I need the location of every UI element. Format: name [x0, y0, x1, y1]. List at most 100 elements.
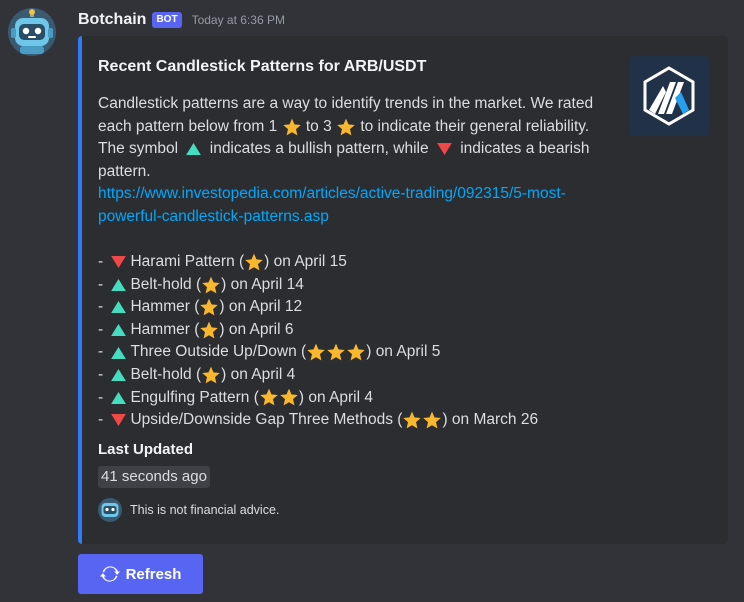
bearish-triangle-icon — [111, 256, 127, 269]
paren-open: ( — [189, 320, 200, 338]
star-icon — [245, 253, 263, 271]
pattern-stars — [259, 387, 299, 410]
pattern-name: Belt-hold — [130, 365, 192, 383]
paren-close: ) — [264, 253, 274, 270]
desc-text-2: to 3 — [305, 117, 332, 135]
footer-text: This is not financial advice. — [130, 503, 280, 517]
list-dash: - — [98, 298, 108, 316]
refresh-button[interactable]: Refresh — [78, 554, 203, 594]
refresh-icon — [99, 566, 120, 582]
paren-close: ) — [221, 275, 231, 293]
paren-close: ) — [366, 343, 376, 361]
pattern-date: on April 15 — [273, 253, 347, 270]
paren-close: ) — [298, 388, 309, 406]
message-header: Botchain BOT Today at 6:36 PM — [78, 8, 285, 32]
paren-open: ( — [249, 388, 259, 406]
refresh-label: Refresh — [125, 565, 182, 583]
pattern-date: on April 5 — [375, 343, 441, 361]
list-dash: - — [98, 365, 108, 383]
pattern-date: on April 4 — [308, 388, 373, 406]
star-icon — [200, 321, 219, 339]
list-dash: - — [98, 388, 108, 406]
pattern-stars — [199, 319, 219, 342]
star-icon — [260, 389, 278, 406]
paren-open: ( — [189, 298, 200, 316]
bullish-triangle-icon — [111, 369, 127, 382]
username[interactable]: Botchain — [78, 11, 146, 29]
star-icon — [200, 298, 219, 316]
last-updated-value: 41 seconds ago — [98, 466, 210, 488]
paren-close: ) — [219, 298, 229, 316]
star-icon — [337, 118, 355, 135]
pattern-date: on March 26 — [451, 411, 539, 429]
pattern-stars — [199, 296, 219, 319]
pattern-name: Hammer — [130, 320, 190, 338]
list-dash: - — [98, 411, 108, 429]
pattern-name: Belt-hold — [130, 275, 192, 293]
paren-close: ) — [221, 365, 231, 383]
bullish-triangle-icon — [186, 143, 202, 156]
pattern-date: on April 14 — [230, 275, 304, 293]
embed-description: Candlestick patterns are a way to identi… — [98, 93, 618, 229]
arbitrum-thumbnail[interactable] — [629, 56, 709, 136]
list-dash: - — [98, 275, 108, 293]
pattern-row: - Three Outside Up/Down () on April 5 — [98, 341, 658, 364]
pattern-name: Hammer — [130, 298, 190, 316]
embed-title: Recent Candlestick Patterns for ARB/USDT — [98, 58, 427, 75]
robot-footer-icon — [98, 498, 122, 522]
robot-avatar-icon — [8, 8, 56, 56]
pattern-row: - Engulfing Pattern () on April 4 — [98, 387, 658, 410]
pattern-row: - Belt-hold () on April 4 — [98, 364, 658, 387]
bearish-triangle-icon — [437, 143, 452, 156]
pattern-stars — [201, 364, 221, 387]
star-icon — [282, 118, 301, 135]
pattern-date: on April 6 — [228, 320, 294, 338]
pattern-stars — [306, 341, 366, 364]
paren-close: ) — [219, 320, 229, 338]
bot-badge: BOT — [152, 12, 182, 28]
pattern-row: - Hammer () on April 6 — [98, 319, 658, 342]
paren-open: ( — [392, 411, 403, 429]
desc-text-4: indicates a bullish pattern, while — [209, 140, 429, 158]
arbitrum-logo-icon — [629, 56, 709, 136]
star-icon — [280, 389, 298, 406]
pattern-row: - Belt-hold () on April 14 — [98, 274, 658, 297]
star-icon — [202, 276, 220, 293]
bullish-triangle-icon — [111, 346, 127, 359]
paren-close: ) — [442, 411, 452, 429]
bot-avatar[interactable] — [8, 8, 56, 56]
pattern-stars — [402, 409, 442, 432]
pattern-row: - Upside/Downside Gap Three Methods () o… — [98, 409, 658, 432]
list-dash: - — [98, 253, 108, 270]
investopedia-link[interactable]: https://www.investopedia.com/articles/ac… — [98, 185, 566, 225]
pattern-date: on April 12 — [228, 298, 303, 316]
timestamp: Today at 6:36 PM — [191, 13, 285, 27]
last-updated-label: Last Updated — [98, 441, 194, 458]
bullish-triangle-icon — [111, 324, 127, 337]
paren-open: ( — [191, 275, 202, 293]
list-dash: - — [98, 343, 108, 361]
pattern-row: - Harami Pattern () on April 15 — [98, 251, 658, 274]
pattern-row: - Hammer () on April 12 — [98, 296, 658, 319]
bullish-triangle-icon — [111, 301, 127, 314]
embed-footer: This is not financial advice. — [98, 498, 279, 522]
star-icon — [307, 343, 325, 361]
list-dash: - — [98, 320, 108, 338]
star-icon — [327, 343, 345, 361]
paren-open: ( — [191, 365, 202, 383]
star-icon — [202, 366, 220, 384]
pattern-stars — [244, 251, 264, 274]
star-icon — [403, 411, 422, 429]
pattern-name: Three Outside Up/Down — [130, 343, 297, 361]
paren-open: ( — [234, 253, 245, 270]
bullish-triangle-icon — [111, 391, 127, 404]
star-icon — [347, 343, 365, 361]
star-icon — [423, 411, 442, 429]
pattern-date: on April 4 — [230, 365, 296, 383]
pattern-list: - Harami Pattern () on April 15- Belt-ho… — [98, 251, 658, 432]
embed-card: Recent Candlestick Patterns for ARB/USDT… — [78, 36, 728, 544]
bearish-triangle-icon — [111, 414, 127, 427]
pattern-stars — [201, 274, 221, 297]
paren-open: ( — [296, 343, 307, 361]
bullish-triangle-icon — [111, 278, 127, 291]
